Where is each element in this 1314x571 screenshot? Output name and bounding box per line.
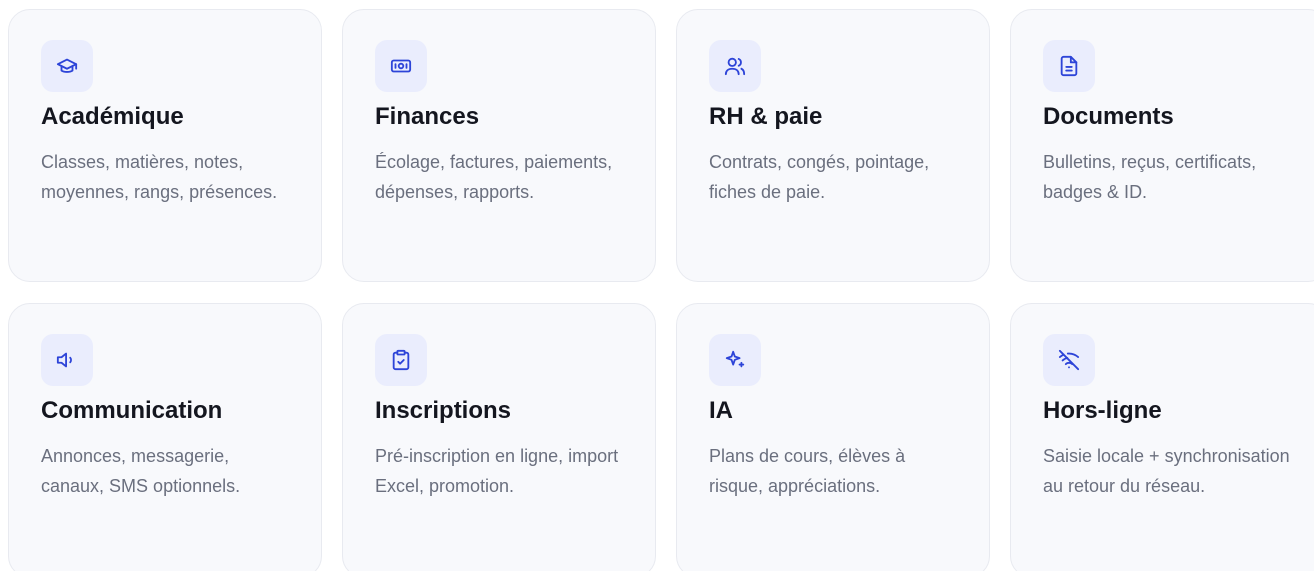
wifi-off-icon (1043, 334, 1095, 386)
feature-description: Écolage, factures, paiements, dépenses, … (375, 152, 613, 202)
feature-card-hors-ligne: Hors-ligne Saisie locale + synchronisati… (1010, 303, 1314, 571)
feature-description: Pré-inscription en ligne, import Excel, … (375, 446, 619, 496)
feature-card-rh-paie: RH & paie Contrats, congés, pointage, fi… (676, 9, 990, 282)
feature-card-academique: Académique Classes, matières, notes, moy… (8, 9, 322, 282)
feature-card-documents: Documents Bulletins, reçus, certificats,… (1010, 9, 1314, 282)
file-text-icon (1043, 40, 1095, 92)
feature-title: Hors-ligne (1043, 397, 1162, 424)
feature-title: Académique (41, 103, 184, 130)
feature-title: Documents (1043, 103, 1174, 130)
feature-card-finances: Finances Écolage, factures, paiements, d… (342, 9, 656, 282)
feature-title: Finances (375, 103, 480, 130)
feature-title: Inscriptions (375, 397, 512, 424)
graduation-cap-icon (41, 40, 93, 92)
feature-title: RH & paie (709, 103, 823, 130)
feature-card-inscriptions: Inscriptions Pré-inscription en ligne, i… (342, 303, 656, 571)
feature-description: Annonces, messagerie, canaux, SMS option… (41, 446, 241, 496)
feature-card-communication: Communication Annonces, messagerie, cana… (8, 303, 322, 571)
feature-card-ia: IA Plans de cours, élèves à risque, appr… (676, 303, 990, 571)
features-grid: Académique Classes, matières, notes, moy… (0, 0, 1314, 571)
feature-title: Communication (41, 397, 223, 424)
megaphone-icon (41, 334, 93, 386)
feature-description: Plans de cours, élèves à risque, appréci… (709, 446, 906, 496)
feature-title: IA (709, 397, 733, 424)
banknote-icon (375, 40, 427, 92)
feature-description: Bulletins, reçus, certificats, badges & … (1043, 152, 1257, 202)
sparkles-icon (709, 334, 761, 386)
users-icon (709, 40, 761, 92)
feature-description: Classes, matières, notes, moyennes, rang… (41, 152, 278, 202)
feature-description: Contrats, congés, pointage, fiches de pa… (709, 152, 930, 202)
clipboard-check-icon (375, 334, 427, 386)
feature-description: Saisie locale + synchronisation au retou… (1043, 446, 1290, 496)
